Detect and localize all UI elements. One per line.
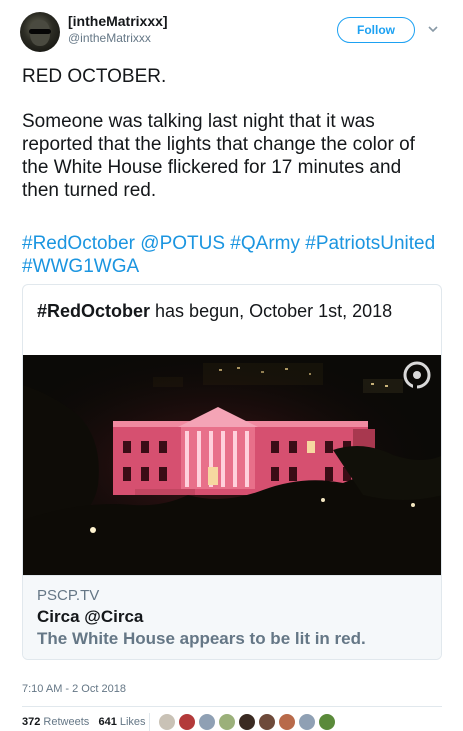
tweet-header: [intheMatrixxx] @intheMatrixxx Follow <box>0 0 463 56</box>
retweets-label: Retweets <box>43 716 90 728</box>
card-quote: #RedOctober has begun, October 1st, 2018 <box>37 299 427 323</box>
tweet-text-body: Someone was talking last night that it w… <box>22 111 415 201</box>
card-quote-rest: has begun, October 1st, 2018 <box>150 301 393 321</box>
divider <box>22 706 442 707</box>
tweet-text-line1: RED OCTOBER. <box>22 66 167 87</box>
liker-avatar-2[interactable] <box>178 713 196 731</box>
card-quote-hashtag[interactable]: #RedOctober <box>37 301 150 321</box>
likes-count: 641 <box>98 716 117 728</box>
link-card[interactable]: #RedOctober has begun, October 1st, 2018 <box>22 284 442 660</box>
card-description: The White House appears to be lit in red… <box>37 629 366 648</box>
liker-avatar-9[interactable] <box>318 713 336 731</box>
avatar-glasses <box>29 29 51 34</box>
likes-label: Likes <box>119 716 146 728</box>
card-domain: PSCP.TV <box>37 587 100 604</box>
liker-avatar-5[interactable] <box>238 713 256 731</box>
author-avatar[interactable] <box>20 12 60 52</box>
stats-separator <box>149 713 150 731</box>
liker-avatar-8[interactable] <box>298 713 316 731</box>
author-handle[interactable]: @intheMatrixxx <box>68 31 151 45</box>
liker-avatar-7[interactable] <box>278 713 296 731</box>
liker-avatar-1[interactable] <box>158 713 176 731</box>
tweet-hashtags[interactable]: #RedOctober @POTUS #QArmy #PatriotsUnite… <box>22 232 442 278</box>
likes-stat[interactable]: 641 Likes <box>98 716 145 728</box>
white-house-night-image <box>23 355 441 575</box>
retweets-stat[interactable]: 372 Retweets <box>22 716 89 728</box>
card-footer[interactable]: PSCP.TV Circa @Circa The White House app… <box>23 575 441 659</box>
tweet-timestamp[interactable]: 7:10 AM - 2 Oct 2018 <box>22 683 126 695</box>
chevron-down-icon[interactable] <box>426 22 440 36</box>
retweets-count: 372 <box>22 716 41 728</box>
liker-avatar-4[interactable] <box>218 713 236 731</box>
author-display-name[interactable]: [intheMatrixxx] <box>68 13 168 29</box>
card-title[interactable]: Circa @Circa <box>37 607 143 627</box>
tweet-stats: 372 Retweets 641 Likes <box>22 716 146 728</box>
liker-avatar-6[interactable] <box>258 713 276 731</box>
liker-avatar-3[interactable] <box>198 713 216 731</box>
card-image[interactable] <box>23 355 441 575</box>
follow-button[interactable]: Follow <box>337 17 415 43</box>
